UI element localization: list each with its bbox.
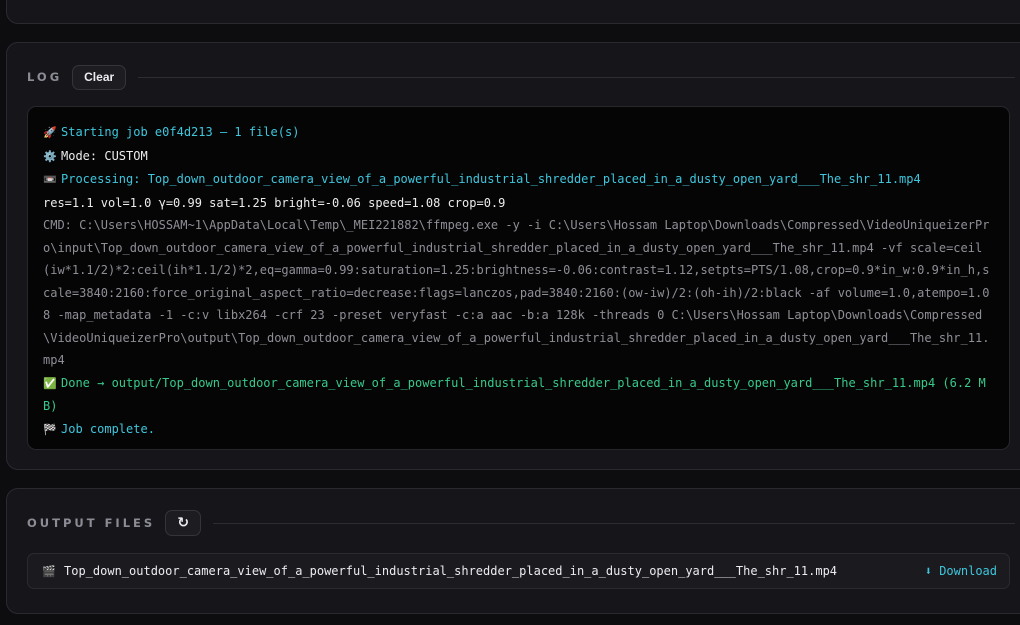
- top-panel: [6, 0, 1020, 24]
- log-line: res=1.1 vol=1.0 γ=0.99 sat=1.25 bright=-…: [43, 195, 506, 210]
- clapper-icon: 🎬: [42, 564, 56, 578]
- output-title: OUTPUT FILES: [27, 516, 156, 530]
- log-line-command: CMD: C:\Users\HOSSAM~1\AppData\Local\Tem…: [43, 218, 990, 367]
- rocket-icon: 🚀: [43, 126, 57, 139]
- log-line: ✅ Done → output/Top_down_outdoor_camera_v…: [43, 372, 995, 418]
- log-header: LOG Clear: [27, 64, 1015, 90]
- header-divider: [138, 76, 1015, 78]
- videocassette-icon: 📼: [43, 173, 57, 186]
- log-panel: LOG Clear 🚀 Starting job e0f4d213 — 1 fil…: [6, 42, 1020, 470]
- download-link[interactable]: ⬇ Download: [925, 564, 997, 578]
- output-header: OUTPUT FILES ↻: [27, 510, 1015, 536]
- refresh-icon: ↻: [177, 515, 190, 531]
- file-row: 🎬 Top_down_outdoor_camera_view_of_a_powe…: [27, 553, 1010, 589]
- log-output: 🚀 Starting job e0f4d213 — 1 file(s) ⚙️ Mod…: [27, 106, 1010, 450]
- refresh-button[interactable]: ↻: [165, 510, 202, 536]
- gear-icon: ⚙️: [43, 149, 57, 163]
- output-files-panel: OUTPUT FILES ↻ 🎬 Top_down_outdoor_camera…: [6, 488, 1020, 614]
- log-line: 🚀 Starting job e0f4d213 — 1 file(s): [43, 121, 995, 145]
- file-name: Top_down_outdoor_camera_view_of_a_powerf…: [64, 564, 838, 578]
- clear-log-button[interactable]: Clear: [72, 64, 127, 90]
- log-line: 🏁 Job complete.: [43, 418, 995, 442]
- log-line: 📼 Processing: Top_down_outdoor_camera_vie…: [43, 168, 995, 192]
- check-icon: ✅: [43, 376, 57, 390]
- header-divider: [213, 522, 1015, 524]
- log-line: ⚙️ Mode: CUSTOM: [43, 145, 995, 169]
- log-title: LOG: [27, 70, 63, 84]
- checkered-flag-icon: 🏁: [43, 422, 57, 436]
